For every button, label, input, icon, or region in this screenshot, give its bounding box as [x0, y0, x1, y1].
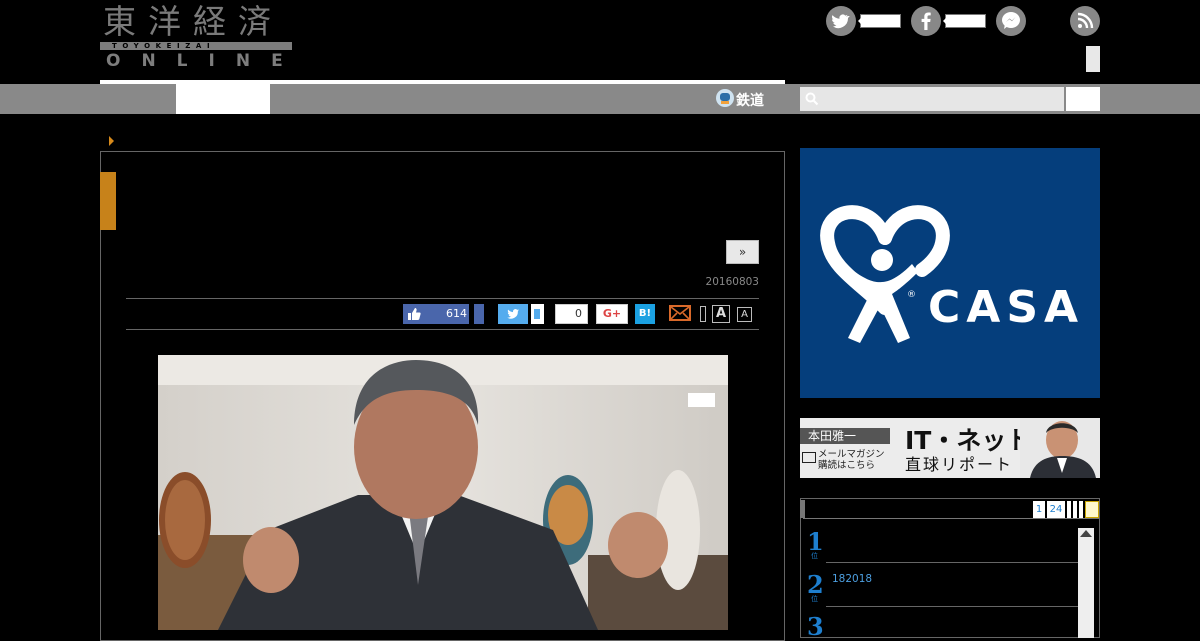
next-page-button[interactable]: » — [726, 240, 759, 264]
search-input[interactable] — [800, 87, 1064, 111]
rank-suffix-1: 位 — [811, 552, 818, 560]
search-icon — [805, 92, 819, 106]
facebook-like-count: 614 — [446, 307, 467, 320]
tweet-count-box — [531, 304, 544, 324]
mail-icon[interactable] — [669, 305, 691, 321]
facebook-count-box — [943, 14, 986, 28]
google-plus-button[interactable]: G+ — [596, 304, 628, 324]
ranking-tab-1[interactable]: 1 — [1033, 501, 1045, 518]
registered-mark: ® — [907, 290, 916, 300]
hatena-bookmark-button[interactable]: B! — [635, 304, 655, 324]
rank-divider-2 — [826, 606, 1078, 607]
ranking-panel — [800, 498, 1100, 638]
tweet-button[interactable] — [498, 304, 528, 324]
rank-suffix-2: 位 — [811, 595, 818, 603]
envelope-icon — [802, 452, 816, 463]
share-bottom-divider — [126, 329, 759, 330]
banner-author-photo — [1020, 418, 1100, 478]
twitter-icon[interactable] — [826, 6, 856, 36]
ranking-tab-24[interactable]: 24 — [1047, 501, 1065, 518]
share-top-divider — [126, 298, 759, 299]
ranking-tab-3[interactable] — [1067, 501, 1071, 518]
ranking-header-marker — [800, 500, 805, 518]
train-icon — [716, 89, 734, 107]
rank-number-3: 3 — [807, 612, 824, 641]
scroll-up-arrow-icon[interactable] — [1080, 530, 1092, 537]
login-button[interactable] — [1086, 46, 1100, 72]
ranking-tab-4[interactable] — [1073, 501, 1077, 518]
logo-roman-text: TOYOKEIZAI — [112, 42, 216, 50]
thumbs-up-icon — [408, 308, 421, 320]
article-title-marker — [100, 172, 116, 230]
breadcrumb-arrow-icon — [109, 136, 114, 146]
banner-sub-line1: メールマガジン — [818, 449, 885, 460]
search-button[interactable] — [1066, 87, 1100, 111]
rss-icon[interactable] — [1070, 6, 1100, 36]
font-size-separator — [700, 306, 706, 322]
logo-kanji[interactable]: 東洋経済 — [103, 4, 283, 40]
font-size-small-button[interactable]: A — [737, 307, 752, 322]
facebook-share-button[interactable] — [474, 304, 484, 324]
rank-divider-1 — [826, 562, 1078, 563]
messenger-icon[interactable] — [996, 6, 1026, 36]
banner-subtitle: 直球リポート — [905, 455, 1014, 474]
casa-advertisement[interactable]: ® — [800, 148, 1100, 398]
banner-sub-line2: 購読はこちら — [818, 460, 876, 471]
banner-author-name: 本田雅一 — [800, 428, 890, 444]
google-plus-count: 0 — [555, 304, 588, 324]
facebook-icon[interactable] — [911, 6, 941, 36]
article-photo — [158, 355, 728, 630]
photo-badge — [688, 393, 715, 407]
rank-item-text-2[interactable]: 182018 — [832, 573, 872, 585]
nav-tab-active[interactable] — [176, 84, 270, 114]
font-size-large-button[interactable]: A — [712, 305, 730, 323]
banner-subscribe-text: メールマガジン 購読はこちら — [818, 449, 885, 471]
casa-ad-text: CASA — [928, 282, 1085, 333]
ranking-tab-5[interactable] — [1079, 501, 1083, 518]
logo-online-text: ONLINE — [106, 51, 304, 71]
article-date: 20160803 — [705, 276, 759, 288]
nav-tab-railway[interactable]: 鉄道 — [736, 90, 764, 110]
ranking-header-divider — [803, 518, 1099, 519]
ranking-scrollbar[interactable] — [1078, 528, 1094, 638]
twitter-count-box — [858, 14, 901, 28]
ranking-tab-extra[interactable] — [1085, 501, 1099, 518]
